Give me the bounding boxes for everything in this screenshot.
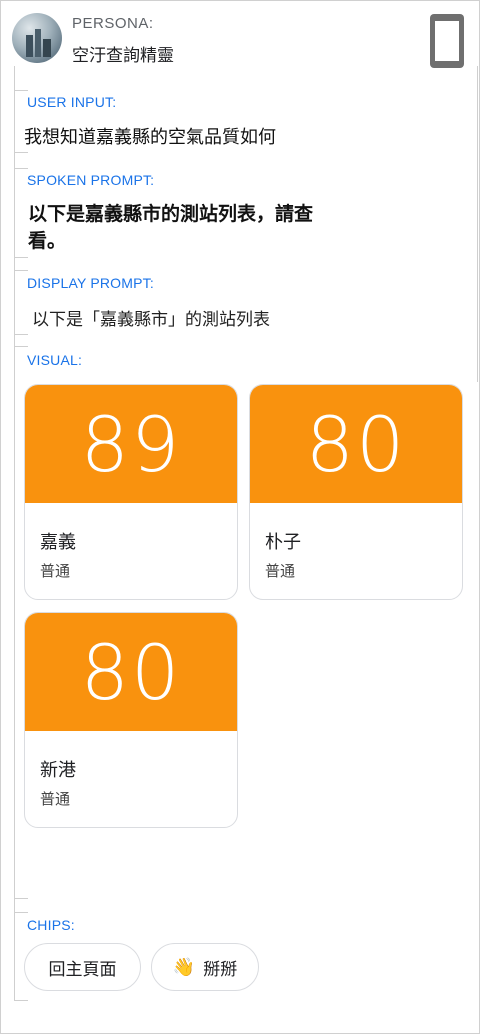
rail-tick xyxy=(14,168,28,169)
station-name: 嘉義 xyxy=(40,532,76,553)
station-name: 朴子 xyxy=(265,532,301,553)
waving-hand-icon: 👋 xyxy=(172,956,196,978)
aqi-value-panel: 80 xyxy=(25,613,237,731)
air-quality-status: 普通 xyxy=(40,790,71,808)
station-card[interactable]: 80 新港 普通 xyxy=(24,612,238,828)
station-name: 新港 xyxy=(40,760,76,781)
station-card[interactable]: 80 朴子 普通 xyxy=(249,384,463,600)
user-input-label: USER INPUT: xyxy=(27,94,117,110)
rail-tick xyxy=(14,257,28,258)
aqi-value-panel: 89 xyxy=(25,385,237,503)
rail-tick xyxy=(14,270,28,271)
station-card[interactable]: 89 嘉義 普通 xyxy=(24,384,238,600)
chip-home[interactable]: 回主頁面 xyxy=(24,943,141,991)
aqi-value-panel: 80 xyxy=(250,385,462,503)
chips-label: CHIPS: xyxy=(27,917,75,933)
rail-tick xyxy=(14,334,28,335)
phone-device-icon[interactable] xyxy=(430,14,464,68)
persona-avatar xyxy=(12,13,62,63)
rail-tick xyxy=(14,152,28,153)
aqi-value: 80 xyxy=(305,399,407,489)
spoken-prompt-label: SPOKEN PROMPT: xyxy=(27,172,155,188)
chip-label: 掰掰 xyxy=(203,959,238,980)
display-prompt-label: DISPLAY PROMPT: xyxy=(27,275,154,291)
left-rail xyxy=(14,66,15,1000)
persona-label: PERSONA: xyxy=(72,15,154,32)
air-quality-status: 普通 xyxy=(40,562,71,580)
rail-tick xyxy=(14,90,28,91)
rail-tick xyxy=(14,912,28,913)
chip-label: 回主頁面 xyxy=(48,959,117,980)
rail-tick xyxy=(14,346,28,347)
aqi-value: 80 xyxy=(80,627,182,717)
display-prompt-text: 以下是「嘉義縣市」的測站列表 xyxy=(32,310,270,330)
persona-name: 空汙查詢精靈 xyxy=(72,46,174,66)
rail-tick xyxy=(14,1000,28,1001)
user-input-text: 我想知道嘉義縣的空氣品質如何 xyxy=(24,127,276,148)
rail-tick xyxy=(14,898,28,899)
chip-bye[interactable]: 👋 掰掰 xyxy=(151,943,259,991)
aqi-value: 89 xyxy=(80,399,182,489)
right-rail xyxy=(477,66,478,382)
visual-label: VISUAL: xyxy=(27,352,83,368)
spoken-prompt-text: 以下是嘉義縣市的測站列表，請查看。 xyxy=(28,203,314,252)
air-quality-status: 普通 xyxy=(265,562,296,580)
